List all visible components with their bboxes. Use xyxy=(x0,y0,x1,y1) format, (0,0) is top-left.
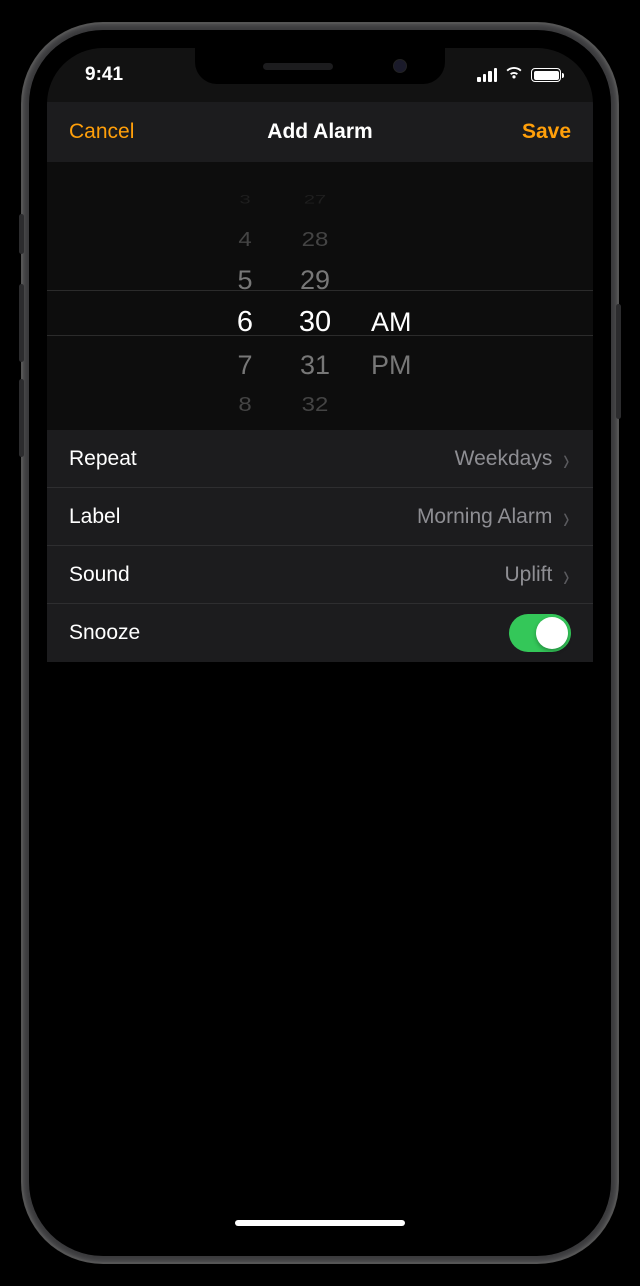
time-picker: 3 4 5 6 7 8 9 27 28 29 xyxy=(47,162,593,430)
picker-hour-option: 7 xyxy=(215,345,275,385)
speaker-grille xyxy=(263,63,333,70)
status-right xyxy=(477,64,561,86)
picker-hour-option: 5 xyxy=(215,260,275,300)
side-button xyxy=(616,304,621,419)
repeat-row[interactable]: Repeat Weekdays › xyxy=(47,430,593,488)
volume-up-button xyxy=(19,284,24,362)
volume-down-button xyxy=(19,379,24,457)
chevron-right-icon: › xyxy=(564,501,570,532)
alarm-settings-list: Repeat Weekdays › Label Morning Alarm › xyxy=(47,430,593,662)
notch xyxy=(195,48,445,84)
picker-hour-option: 8 xyxy=(215,388,275,422)
phone-bezel: 9:41 Cancel Add Alarm xyxy=(29,30,611,1256)
picker-period-selected: AM xyxy=(371,300,441,345)
mute-switch xyxy=(19,214,24,254)
picker-hour-option: 4 xyxy=(215,223,275,257)
wifi-icon xyxy=(504,64,524,86)
label-value: Morning Alarm xyxy=(417,505,552,529)
picker-minute-option: 28 xyxy=(285,223,345,257)
cancel-button[interactable]: Cancel xyxy=(69,120,134,144)
page-title: Add Alarm xyxy=(267,120,372,144)
picker-hour-selected: 6 xyxy=(215,300,275,345)
phone-frame: 9:41 Cancel Add Alarm xyxy=(23,24,617,1262)
sound-value: Uplift xyxy=(504,563,552,587)
front-camera xyxy=(393,59,407,73)
picker-minute-option: 32 xyxy=(285,388,345,422)
chevron-right-icon: › xyxy=(564,559,570,590)
switch-knob xyxy=(536,617,568,649)
screen: 9:41 Cancel Add Alarm xyxy=(47,48,593,1238)
status-time: 9:41 xyxy=(85,64,123,86)
label-label: Label xyxy=(69,505,120,529)
chevron-right-icon: › xyxy=(564,443,570,474)
picker-hour-option: 3 xyxy=(215,188,275,212)
nav-header: Cancel Add Alarm Save xyxy=(47,102,593,162)
home-indicator[interactable] xyxy=(235,1220,405,1226)
minute-picker[interactable]: 27 28 29 30 31 32 33 xyxy=(275,172,355,430)
snooze-toggle[interactable] xyxy=(509,614,571,652)
battery-icon xyxy=(531,68,561,82)
snooze-label: Snooze xyxy=(69,621,140,645)
label-row[interactable]: Label Morning Alarm › xyxy=(47,488,593,546)
cellular-signal-icon xyxy=(477,68,497,82)
save-button[interactable]: Save xyxy=(522,120,571,144)
sound-label: Sound xyxy=(69,563,130,587)
period-picker[interactable]: AM PM xyxy=(365,172,445,430)
picker-period-option: PM xyxy=(371,345,441,385)
picker-minute-option: 29 xyxy=(285,260,345,300)
sound-row[interactable]: Sound Uplift › xyxy=(47,546,593,604)
snooze-row: Snooze xyxy=(47,604,593,662)
picker-minute-option: 27 xyxy=(285,188,345,212)
hour-picker[interactable]: 3 4 5 6 7 8 9 xyxy=(195,172,275,430)
picker-minute-option: 31 xyxy=(285,345,345,385)
repeat-value: Weekdays xyxy=(455,447,553,471)
picker-minute-selected: 30 xyxy=(285,300,345,345)
repeat-label: Repeat xyxy=(69,447,137,471)
